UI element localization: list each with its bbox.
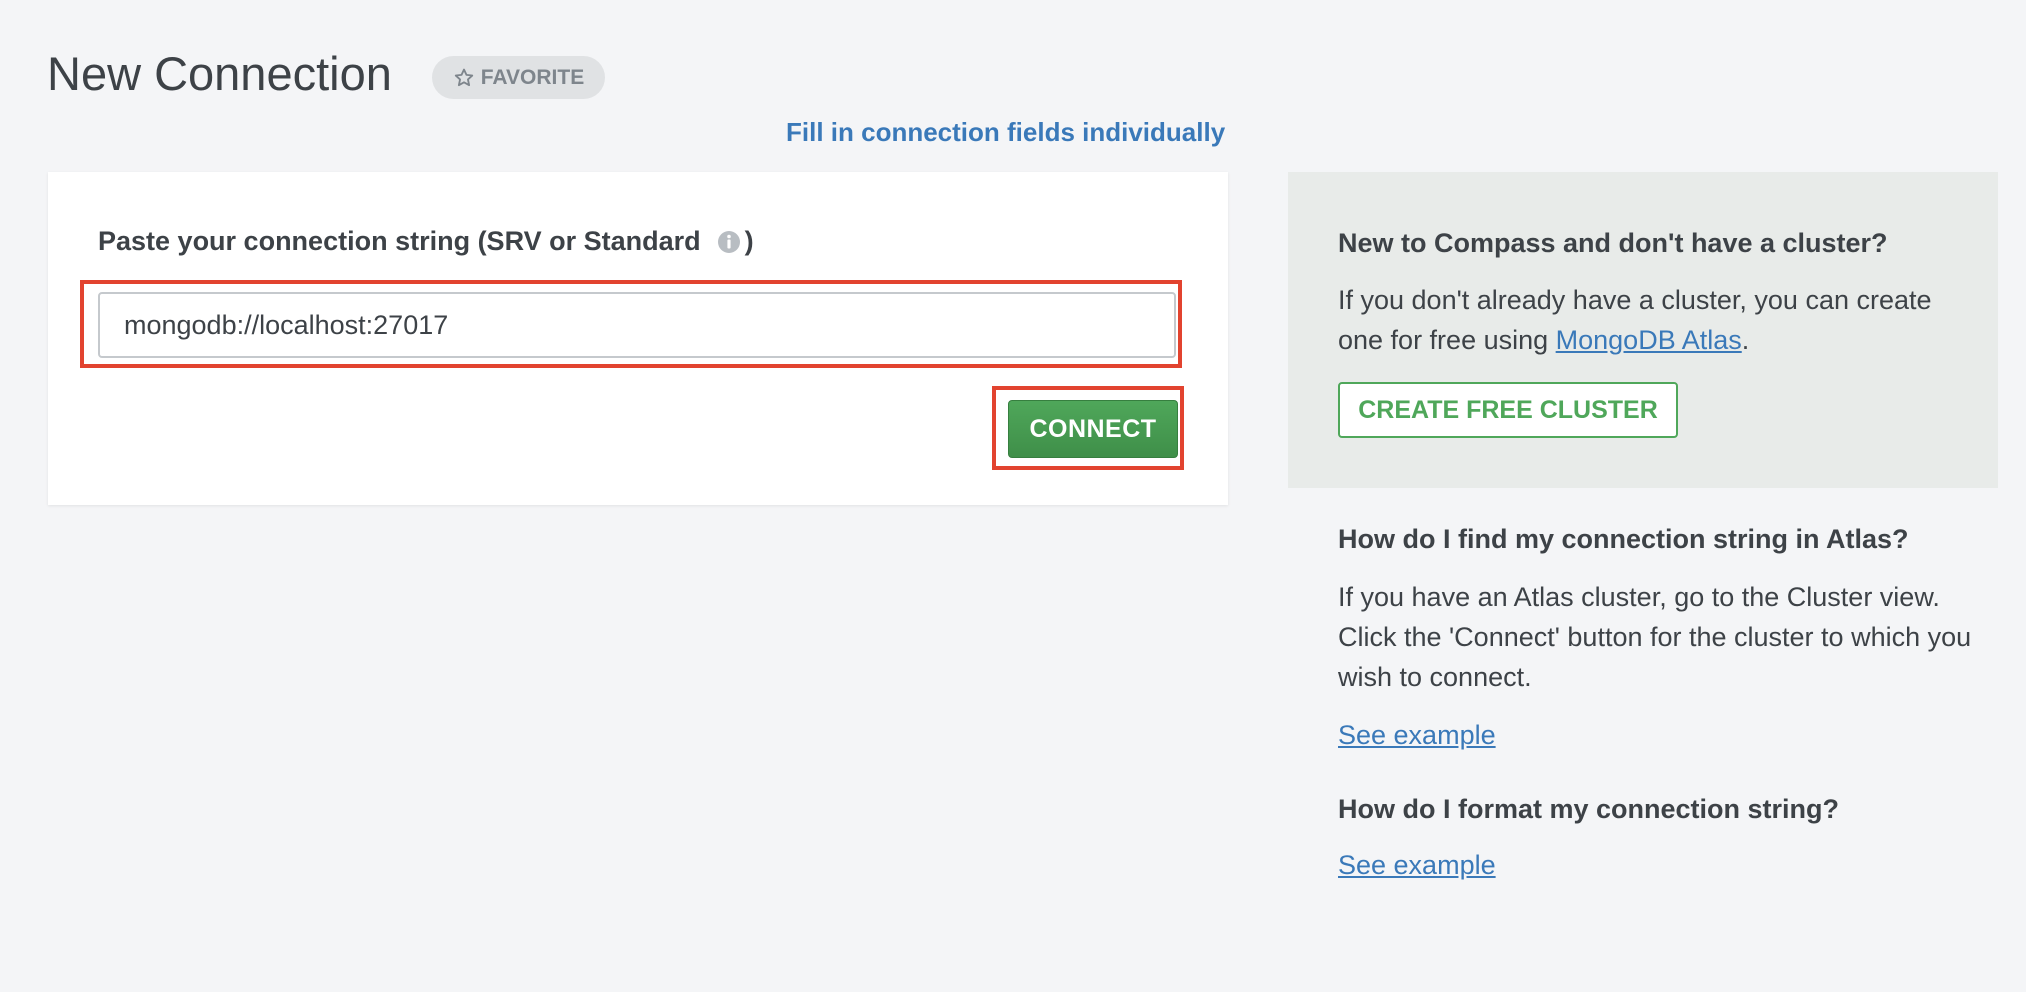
connection-string-label-text: Paste your connection string (SRV or Sta… <box>98 226 701 256</box>
help-question-format: How do I format my connection string? <box>1338 794 1840 824</box>
promo-text-after: . <box>1741 325 1750 355</box>
connection-string-label-close: ) <box>744 226 754 256</box>
mongodb-atlas-link[interactable]: MongoDB Atlas <box>1556 325 1742 355</box>
connection-string-card: Paste your connection string (SRV or Sta… <box>48 172 1228 505</box>
connect-button[interactable]: CONNECT <box>1008 400 1178 458</box>
star-icon <box>454 68 473 86</box>
page-title: New Connection <box>47 47 392 100</box>
connection-string-input[interactable] <box>98 292 1176 358</box>
promo-heading: New to Compass and don't have a cluster? <box>1338 228 1888 258</box>
cluster-promo-panel: New to Compass and don't have a cluster?… <box>1288 172 1998 488</box>
see-example-link-atlas[interactable]: See example <box>1338 720 1496 751</box>
help-question-atlas: How do I find my connection string in At… <box>1338 524 1909 554</box>
help-answer-atlas: If you have an Atlas cluster, go to the … <box>1338 582 1972 692</box>
promo-text: If you don't already have a cluster, you… <box>1338 280 1978 360</box>
see-example-link-format[interactable]: See example <box>1338 850 1496 881</box>
fill-fields-individually-link[interactable]: Fill in connection fields individually <box>786 117 1225 148</box>
create-free-cluster-button[interactable]: CREATE FREE CLUSTER <box>1338 382 1678 438</box>
info-icon[interactable] <box>717 230 741 254</box>
favorite-button[interactable]: FAVORITE <box>432 56 605 99</box>
connection-string-label: Paste your connection string (SRV or Sta… <box>98 226 754 257</box>
favorite-label: FAVORITE <box>480 65 585 89</box>
